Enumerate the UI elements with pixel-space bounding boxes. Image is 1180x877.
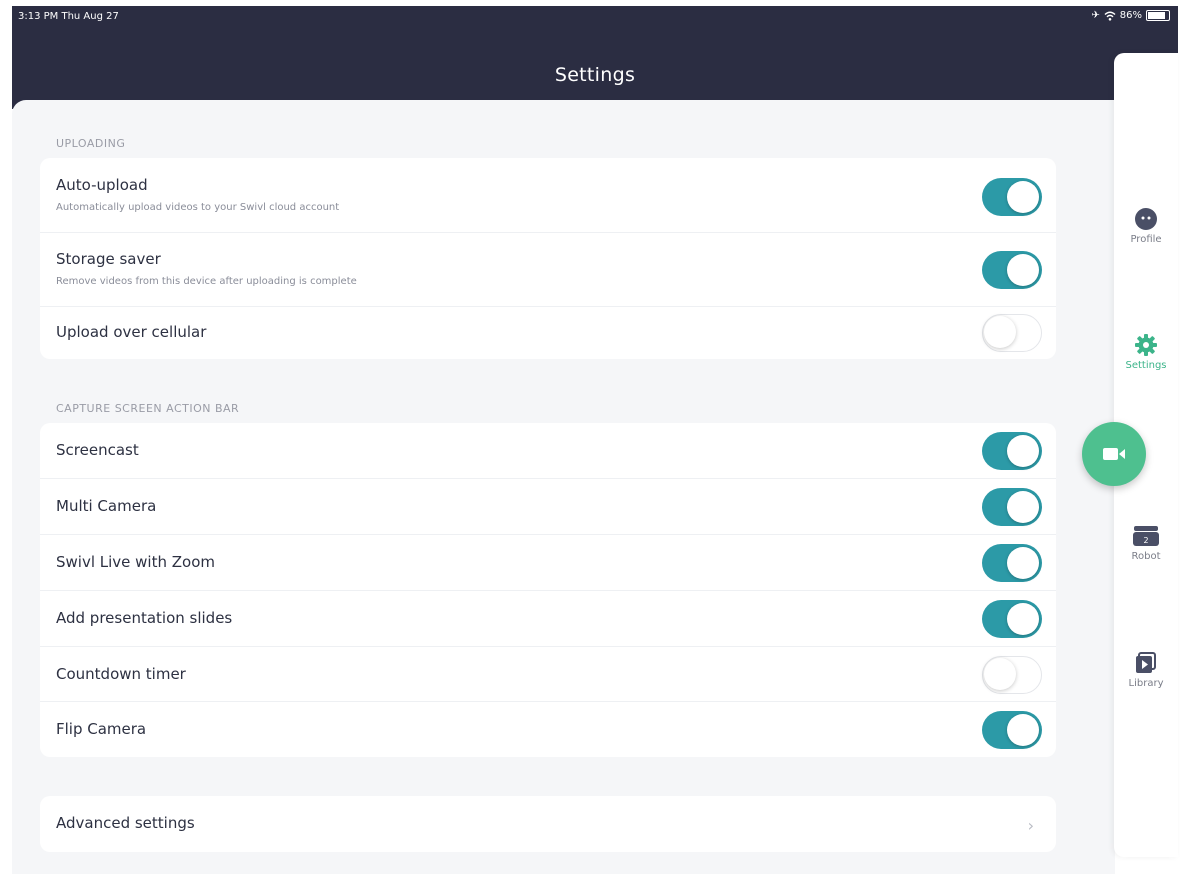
setting-title: Flip Camera xyxy=(56,720,147,738)
chevron-right-icon: › xyxy=(1027,816,1034,835)
airplane-icon: ✈ xyxy=(1091,10,1100,21)
record-video-button[interactable] xyxy=(1082,422,1146,486)
wifi-icon xyxy=(1104,11,1116,21)
uploading-card: Auto-upload Automatically upload videos … xyxy=(40,158,1056,359)
robot-icon: 2 xyxy=(1133,526,1159,546)
setting-row-auto-upload: Auto-upload Automatically upload videos … xyxy=(40,158,1056,233)
rail-label: Library xyxy=(1128,678,1164,689)
setting-row-swivl-live-zoom: Swivl Live with Zoom xyxy=(40,535,1056,591)
settings-content: UPLOADING Auto-upload Automatically uplo… xyxy=(12,100,1115,874)
rail-item-settings[interactable]: Settings xyxy=(1114,333,1178,371)
rail-label: Settings xyxy=(1125,360,1167,371)
setting-title: Upload over cellular xyxy=(56,323,207,341)
toggle-knob xyxy=(1007,181,1039,213)
svg-text:2: 2 xyxy=(1143,536,1148,545)
setting-title: Swivl Live with Zoom xyxy=(56,553,216,571)
gear-icon xyxy=(1135,334,1157,356)
section-label-uploading: UPLOADING xyxy=(56,137,126,150)
setting-title: Screencast xyxy=(56,441,139,459)
library-icon xyxy=(1136,652,1156,673)
setting-row-upload-over-cellular: Upload over cellular xyxy=(40,307,1056,359)
setting-row-presentation-slides: Add presentation slides xyxy=(40,591,1056,647)
video-camera-icon xyxy=(1103,448,1125,460)
status-time: 3:13 PM Thu Aug 27 xyxy=(18,11,119,22)
setting-title: Multi Camera xyxy=(56,497,157,515)
setting-title: Auto-upload xyxy=(56,176,148,194)
setting-title: Storage saver xyxy=(56,250,161,268)
toggle-knob xyxy=(1007,491,1039,523)
flip-camera-toggle[interactable] xyxy=(982,711,1042,749)
setting-title: Countdown timer xyxy=(56,665,186,683)
toggle-knob xyxy=(984,316,1016,348)
toggle-knob xyxy=(1007,254,1039,286)
setting-row-storage-saver: Storage saver Remove videos from this de… xyxy=(40,233,1056,307)
toggle-knob xyxy=(1007,547,1039,579)
setting-row-screencast: Screencast xyxy=(40,423,1056,479)
screencast-toggle[interactable] xyxy=(982,432,1042,470)
rail-label: Robot xyxy=(1131,551,1161,562)
app-header: 3:13 PM Thu Aug 27 ✈ 86% Settings xyxy=(12,6,1178,109)
advanced-settings-row[interactable]: Advanced settings › xyxy=(40,796,1056,852)
toggle-knob xyxy=(1007,603,1039,635)
toggle-knob xyxy=(984,658,1016,690)
swivl-live-zoom-toggle[interactable] xyxy=(982,544,1042,582)
setting-subtitle: Automatically upload videos to your Swiv… xyxy=(56,202,340,213)
advanced-settings-label: Advanced settings xyxy=(56,814,195,832)
setting-row-multi-camera: Multi Camera xyxy=(40,479,1056,535)
capture-card: Screencast Multi Camera Swivl Live with … xyxy=(40,423,1056,757)
battery-level xyxy=(1148,12,1166,19)
storage-saver-toggle[interactable] xyxy=(982,251,1042,289)
setting-title: Add presentation slides xyxy=(56,609,233,627)
countdown-timer-toggle[interactable] xyxy=(982,656,1042,694)
presentation-slides-toggle[interactable] xyxy=(982,600,1042,638)
setting-row-flip-camera: Flip Camera xyxy=(40,702,1056,757)
battery-percent: 86% xyxy=(1119,10,1142,21)
setting-row-countdown-timer: Countdown timer xyxy=(40,647,1056,702)
rail-item-profile[interactable]: Profile xyxy=(1114,207,1178,245)
battery-icon xyxy=(1146,10,1170,21)
setting-subtitle: Remove videos from this device after upl… xyxy=(56,276,357,287)
toggle-knob xyxy=(1007,714,1039,746)
rail-item-robot[interactable]: 2 Robot xyxy=(1114,524,1178,562)
upload-over-cellular-toggle[interactable] xyxy=(982,314,1042,352)
page-title: Settings xyxy=(554,64,636,86)
toggle-knob xyxy=(1007,435,1039,467)
section-label-capture: CAPTURE SCREEN ACTION BAR xyxy=(56,402,240,415)
multi-camera-toggle[interactable] xyxy=(982,488,1042,526)
rail-label: Profile xyxy=(1130,234,1162,245)
status-indicators: ✈ 86% xyxy=(1091,10,1170,21)
rail-item-library[interactable]: Library xyxy=(1114,651,1178,689)
profile-icon xyxy=(1135,208,1157,230)
auto-upload-toggle[interactable] xyxy=(982,178,1042,216)
